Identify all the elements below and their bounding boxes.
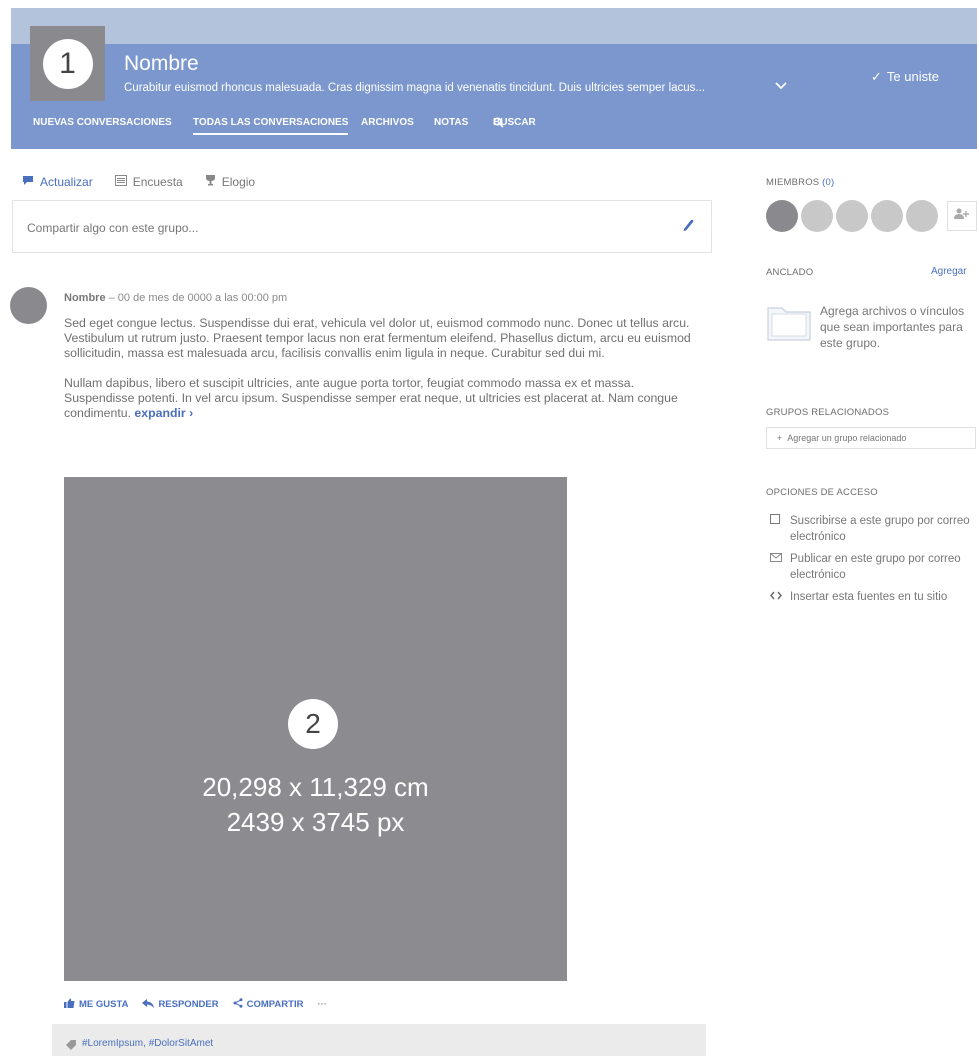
- group-name: Nombre: [124, 52, 199, 75]
- member-avatars: [766, 200, 938, 232]
- post-paragraph: Nullam dapibus, libero et suscipit ultri…: [64, 376, 700, 421]
- post-body: Sed eget congue lectus. Suspendisse dui …: [64, 316, 700, 421]
- access-option-embed[interactable]: Insertar esta fuentes en tu sitio: [770, 589, 975, 605]
- access-option-label: Insertar esta fuentes en tu sitio: [790, 591, 948, 603]
- reply-label: RESPONDER: [158, 999, 219, 1010]
- expand-link[interactable]: expandir ›: [134, 406, 193, 420]
- tab-files[interactable]: ARCHIVOS: [361, 117, 414, 128]
- add-user-icon: [954, 207, 970, 225]
- tab-praise[interactable]: Elogio: [205, 174, 255, 189]
- add-related-group-button[interactable]: + Agregar un grupo relacionado: [766, 427, 976, 449]
- tag-icon: [66, 1037, 76, 1055]
- tab-poll-label: Encuesta: [132, 174, 183, 189]
- speech-bubble-icon: [22, 175, 34, 189]
- trophy-icon: [205, 174, 216, 189]
- pencil-icon: [681, 218, 695, 237]
- access-option-label: Publicar en este grupo por correo electr…: [790, 553, 961, 581]
- composer-tabs: Actualizar Encuesta Elogio: [22, 174, 255, 189]
- members-count[interactable]: (0): [822, 177, 834, 188]
- image-badge: 2: [288, 699, 338, 749]
- access-options-heading: OPCIONES DE ACCESO: [766, 487, 878, 498]
- add-member-button[interactable]: [947, 201, 977, 231]
- avatar[interactable]: [801, 200, 833, 232]
- avatar[interactable]: [766, 200, 798, 232]
- tab-notes[interactable]: NOTAS: [434, 117, 468, 128]
- reply-button[interactable]: RESPONDER: [142, 998, 219, 1011]
- post-tags[interactable]: #LoremIpsum, #DolorSitAmet: [82, 1038, 213, 1049]
- access-option-post-email[interactable]: Publicar en este grupo por correo electr…: [770, 551, 975, 583]
- checkbox-icon[interactable]: [770, 513, 784, 545]
- post-author-avatar[interactable]: [10, 287, 47, 324]
- tab-all-conversations[interactable]: TODAS LAS CONVERSACIONES: [193, 117, 349, 135]
- related-groups-heading: GRUPOS RELACIONADOS: [766, 407, 890, 418]
- tab-praise-label: Elogio: [221, 174, 256, 189]
- post-author[interactable]: Nombre: [64, 292, 106, 304]
- share-button[interactable]: COMPARTIR: [233, 998, 304, 1011]
- add-related-group-label: Agregar un grupo relacionado: [787, 433, 907, 443]
- avatar[interactable]: [906, 200, 938, 232]
- post-meta: Nombre – 00 de mes de 0000 a las 00:00 p…: [64, 292, 287, 304]
- group-avatar: 1: [30, 26, 105, 101]
- access-options: Suscribirse a este grupo por correo elec…: [770, 513, 975, 611]
- composer-placeholder: Compartir algo con este grupo...: [27, 221, 199, 235]
- avatar-badge: 1: [42, 38, 93, 89]
- post-timestamp: – 00 de mes de 0000 a las 00:00 pm: [105, 292, 288, 304]
- group-header: 1 Nombre Curabitur euismod rhoncus males…: [11, 26, 977, 149]
- share-icon: [233, 998, 243, 1011]
- joined-button[interactable]: ✓ Te uniste: [871, 69, 939, 85]
- share-label: COMPARTIR: [246, 999, 304, 1010]
- thumbs-up-icon: [64, 998, 75, 1011]
- pinned-heading: ANCLADO: [766, 267, 814, 278]
- members-label: MIEMBROS: [766, 177, 820, 188]
- tab-new-conversations[interactable]: NUEVAS CONVERSACIONES: [33, 117, 172, 128]
- like-button[interactable]: ME GUSTA: [64, 998, 128, 1011]
- composer-box[interactable]: Compartir algo con este grupo...: [12, 200, 712, 253]
- members-heading: MIEMBROS (0): [766, 177, 834, 188]
- like-label: ME GUSTA: [79, 999, 129, 1010]
- tab-poll[interactable]: Encuesta: [114, 174, 183, 189]
- access-option-label: Suscribirse a este grupo por correo elec…: [790, 515, 970, 543]
- more-actions-button[interactable]: ···: [317, 998, 327, 1011]
- plus-icon: +: [777, 433, 783, 443]
- pinned-empty-text: Agrega archivos o vínculos que sean impo…: [820, 304, 965, 350]
- check-icon: ✓: [871, 69, 882, 84]
- avatar[interactable]: [836, 200, 868, 232]
- group-description: Curabitur euismod rhoncus malesuada. Cra…: [124, 82, 706, 94]
- avatar[interactable]: [871, 200, 903, 232]
- top-strip: [11, 8, 977, 44]
- code-icon: [770, 589, 784, 605]
- joined-label: Te uniste: [886, 69, 939, 84]
- list-icon: [114, 174, 127, 189]
- post-actions: ME GUSTA RESPONDER COMPARTIR ···: [64, 998, 327, 1011]
- tag-bar: #LoremIpsum, #DolorSitAmet: [52, 1024, 706, 1056]
- image-dimension-px: 2439 x 3745 px: [226, 807, 405, 837]
- folder-icon: [766, 300, 812, 347]
- image-dimension-cm: 20,298 x 11,329 cm: [202, 772, 429, 802]
- post-image-placeholder[interactable]: 2 20,298 x 11,329 cm 2439 x 3745 px: [64, 477, 567, 981]
- tab-update-label: Actualizar: [40, 174, 93, 189]
- tab-search-label: BUSCAR: [493, 117, 536, 128]
- access-option-subscribe[interactable]: Suscribirse a este grupo por correo elec…: [770, 513, 975, 545]
- pinned-add-link[interactable]: Agregar: [931, 266, 967, 277]
- chevron-down-icon[interactable]: [775, 78, 787, 93]
- post-paragraph: Sed eget congue lectus. Suspendisse dui …: [64, 316, 691, 360]
- reply-icon: [142, 998, 155, 1011]
- envelope-icon: [770, 551, 784, 583]
- tab-update[interactable]: Actualizar: [22, 174, 93, 189]
